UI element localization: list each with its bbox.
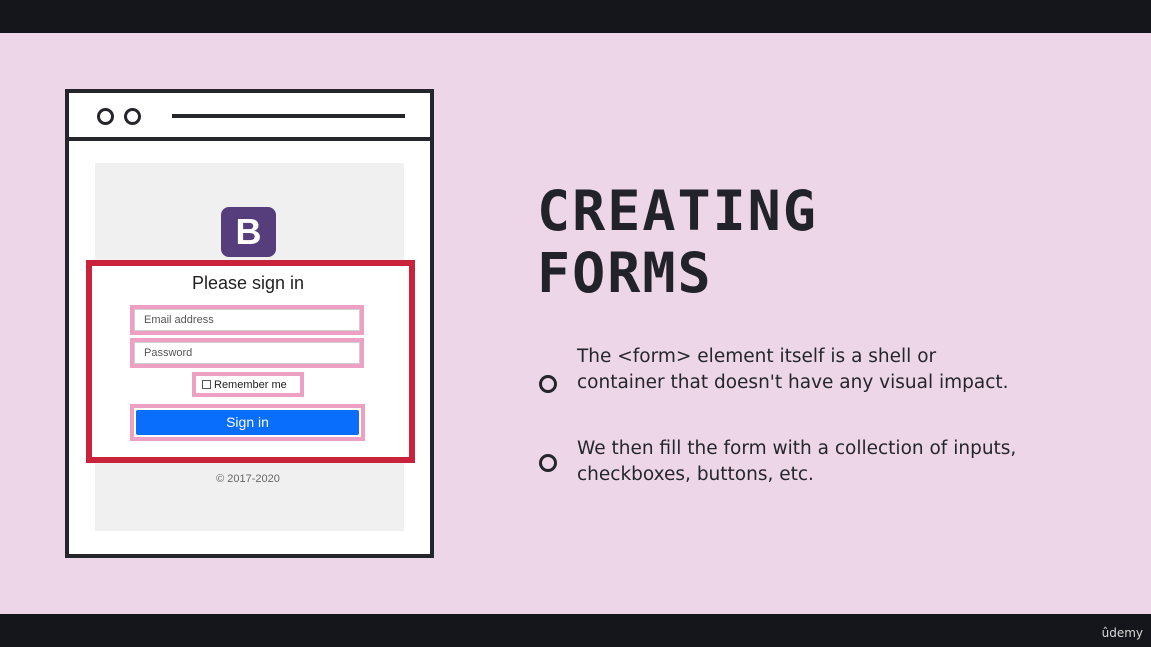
remember-me-checkbox[interactable] — [202, 380, 211, 389]
window-dot-icon — [124, 108, 141, 125]
password-field-highlight — [130, 338, 364, 368]
ring-bullet-icon — [539, 454, 557, 472]
signin-button[interactable]: Sign in — [136, 410, 359, 435]
slide-heading: CREATING FORMS — [537, 180, 818, 304]
email-input[interactable] — [134, 309, 360, 331]
video-bottom-letterbox — [0, 614, 1151, 647]
password-input[interactable] — [134, 342, 360, 364]
browser-titlebar — [69, 93, 430, 141]
window-dot-icon — [97, 108, 114, 125]
signin-button-highlight: Sign in — [130, 404, 365, 441]
bootstrap-logo-icon: B — [221, 207, 276, 257]
video-top-letterbox — [0, 0, 1151, 33]
remember-me-highlight: Remember me — [192, 372, 304, 397]
bullet-text-1: The <form> element itself is a shell or … — [577, 346, 1009, 393]
address-bar-line — [172, 114, 405, 118]
slide-heading-line2: FORMS — [537, 241, 713, 305]
email-field-highlight — [130, 305, 364, 335]
bullet-text-2: We then fill the form with a collection … — [577, 438, 1017, 485]
udemy-watermark: ûdemy — [1101, 626, 1143, 640]
ring-bullet-icon — [539, 375, 557, 393]
slide-heading-line1: CREATING — [537, 179, 818, 243]
copyright-text: © 2017-2020 — [216, 473, 280, 485]
form-title: Please sign in — [191, 273, 305, 293]
remember-me-label: Remember me — [214, 378, 287, 391]
